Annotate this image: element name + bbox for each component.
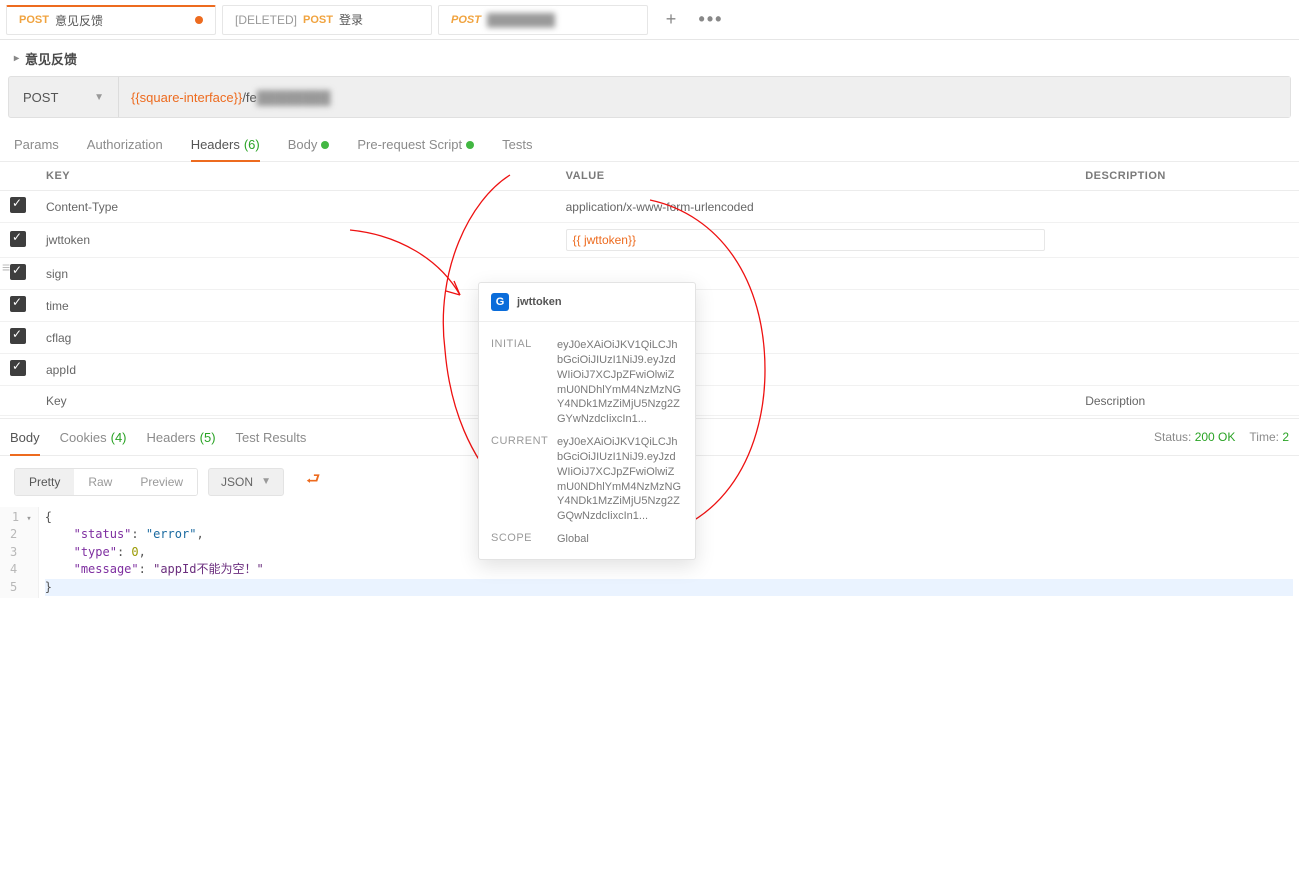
code-line: }	[45, 579, 1293, 596]
method-select-value: POST	[23, 90, 58, 105]
current-value: eyJ0eXAiOiJKV1QiLCJhbGciOiJIUzI1NiJ9.eyJ…	[557, 435, 683, 524]
tab-title: 登录	[339, 11, 363, 28]
url-input[interactable]: {{square-interface}} /fe████████	[119, 77, 1290, 117]
tab-params[interactable]: Params	[14, 128, 59, 161]
header-value[interactable]: {{ jwttoken}}	[556, 223, 1076, 258]
col-value: VALUE	[556, 162, 1076, 191]
tab-tests[interactable]: Tests	[502, 128, 532, 161]
header-key[interactable]: jwttoken	[36, 223, 556, 258]
breadcrumb-title: 意见反馈	[25, 49, 77, 68]
view-raw[interactable]: Raw	[74, 469, 126, 495]
url-row: POST ▼ {{square-interface}} /fe████████	[8, 76, 1291, 118]
header-description[interactable]	[1075, 290, 1299, 322]
url-variable: {{square-interface}}	[131, 90, 242, 105]
response-meta: Status: 200 OK Time: 2	[1154, 430, 1289, 444]
method-badge: POST	[19, 14, 49, 26]
line-gutter: 1 ▾ 2 3 4 5	[0, 507, 39, 598]
headers-count: (6)	[244, 137, 260, 152]
current-label: CURRENT	[491, 435, 547, 524]
tab-title-blurred: ████████	[487, 13, 555, 27]
new-tab-button[interactable]: +	[654, 5, 688, 35]
table-row: jwttoken {{ jwttoken}}	[0, 223, 1299, 258]
code-line: "message": "appId不能为空！"	[45, 561, 1293, 578]
row-checkbox[interactable]	[10, 197, 26, 213]
variable-name: jwttoken	[517, 296, 562, 308]
row-checkbox[interactable]	[10, 296, 26, 312]
method-badge: POST	[303, 14, 333, 26]
tab-title: 意见反馈	[55, 12, 103, 29]
url-path-blurred: ████████	[257, 90, 331, 105]
header-description[interactable]	[1075, 322, 1299, 354]
view-preview[interactable]: Preview	[126, 469, 197, 495]
tab-body[interactable]: Body	[288, 128, 330, 161]
chevron-down-icon: ▼	[94, 92, 104, 103]
request-tab-0[interactable]: POST 意见反馈	[6, 5, 216, 35]
body-dot-icon	[321, 141, 329, 149]
url-path: /fe████████	[242, 90, 330, 105]
global-scope-badge: G	[491, 293, 509, 311]
tab-overflow-button[interactable]: •••	[694, 5, 728, 35]
request-tabs-bar: POST 意见反馈 [DELETED] POST 登录 POST ███████…	[0, 0, 1299, 40]
header-value[interactable]: application/x-www-form-urlencoded	[556, 191, 1076, 223]
breadcrumb: ▸ 意见反馈	[0, 40, 1299, 76]
collapse-triangle-icon[interactable]: ▸	[14, 53, 19, 64]
method-badge: POST	[451, 14, 481, 26]
row-checkbox[interactable]	[10, 231, 26, 247]
row-checkbox[interactable]	[10, 264, 26, 280]
request-sub-tabs: Params Authorization Headers (6) Body Pr…	[0, 128, 1299, 162]
header-description[interactable]	[1075, 191, 1299, 223]
row-checkbox[interactable]	[10, 328, 26, 344]
header-description[interactable]	[1075, 223, 1299, 258]
view-mode-segment: Pretty Raw Preview	[14, 468, 198, 496]
request-tab-2[interactable]: POST ████████	[438, 5, 648, 35]
deleted-prefix: [DELETED]	[235, 13, 297, 27]
line-wrap-toggle-icon[interactable]: ⮐	[300, 464, 326, 499]
resp-tab-test-results[interactable]: Test Results	[236, 419, 307, 455]
col-key: KEY	[36, 162, 556, 191]
chevron-down-icon: ▼	[261, 476, 271, 487]
status-code: 200 OK	[1195, 430, 1236, 444]
header-description[interactable]	[1075, 258, 1299, 290]
row-drag-handle-icon[interactable]: ≡	[0, 257, 10, 277]
header-key[interactable]: Content-Type	[36, 191, 556, 223]
scope-label: SCOPE	[491, 532, 547, 547]
table-row: Content-Typeapplication/x-www-form-urlen…	[0, 191, 1299, 223]
tab-authorization[interactable]: Authorization	[87, 128, 163, 161]
row-checkbox[interactable]	[10, 360, 26, 376]
tab-prerequest[interactable]: Pre-request Script	[357, 128, 474, 161]
cookies-count: (4)	[111, 430, 127, 445]
header-description[interactable]	[1075, 354, 1299, 386]
resp-tab-cookies[interactable]: Cookies (4)	[60, 419, 127, 455]
request-tab-1[interactable]: [DELETED] POST 登录	[222, 5, 432, 35]
app-root: POST 意见反馈 [DELETED] POST 登录 POST ███████…	[0, 0, 1299, 885]
variable-popover: G jwttoken INITIAL eyJ0eXAiOiJKV1QiLCJhb…	[478, 282, 696, 560]
method-select[interactable]: POST ▼	[9, 77, 119, 117]
response-time: 2	[1282, 430, 1289, 444]
tab-headers[interactable]: Headers (6)	[191, 128, 260, 161]
new-description-input[interactable]: Description	[1075, 386, 1299, 416]
resp-tab-headers[interactable]: Headers (5)	[147, 419, 216, 455]
resp-tab-body[interactable]: Body	[10, 419, 40, 455]
header-value-input[interactable]: {{ jwttoken}}	[566, 229, 1046, 251]
col-description: DESCRIPTION	[1075, 162, 1299, 191]
resp-headers-count: (5)	[200, 430, 216, 445]
scope-value: Global	[557, 532, 683, 547]
initial-value: eyJ0eXAiOiJKV1QiLCJhbGciOiJIUzI1NiJ9.eyJ…	[557, 338, 683, 427]
unsaved-dot-icon	[195, 16, 203, 24]
format-select[interactable]: JSON ▼	[208, 468, 284, 496]
prereq-dot-icon	[466, 141, 474, 149]
view-pretty[interactable]: Pretty	[15, 469, 74, 495]
initial-label: INITIAL	[491, 338, 547, 427]
